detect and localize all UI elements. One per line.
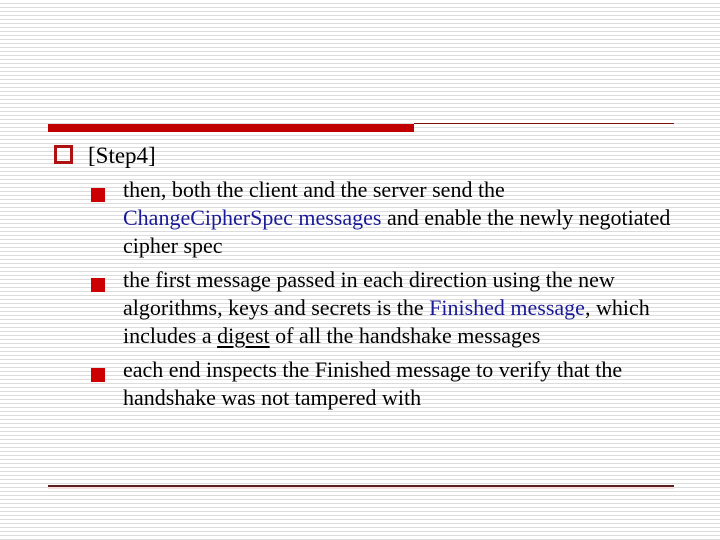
step-heading: [Step4] bbox=[88, 143, 156, 168]
sub-bullet-2: the first message passed in each directi… bbox=[54, 266, 674, 350]
finished-message-term: Finished message bbox=[429, 295, 585, 320]
slide-content: [Step4] then, both the client and the se… bbox=[54, 142, 674, 418]
filled-square-bullet-icon bbox=[91, 188, 105, 202]
slide: [Step4] then, both the client and the se… bbox=[0, 0, 720, 540]
digest-term: digest bbox=[217, 323, 270, 348]
text-part: then, both the client and the server sen… bbox=[123, 177, 505, 202]
title-rule-thin bbox=[414, 123, 674, 124]
changecipherspec-term: ChangeCipherSpec messages bbox=[123, 205, 382, 230]
title-rule-thick bbox=[48, 124, 414, 132]
sub-bullet-1: then, both the client and the server sen… bbox=[54, 176, 674, 260]
footer-rule-shadow bbox=[48, 487, 674, 489]
filled-square-bullet-icon bbox=[91, 368, 105, 382]
text-part: each end inspects the Finished message t… bbox=[123, 357, 623, 410]
text-part: of all the handshake messages bbox=[269, 323, 541, 348]
bullet-step4: [Step4] bbox=[54, 142, 674, 170]
filled-square-bullet-icon bbox=[91, 278, 105, 292]
hollow-square-bullet-icon bbox=[54, 145, 73, 164]
sub-bullet-3: each end inspects the Finished message t… bbox=[54, 356, 674, 412]
sub-bullet-list: then, both the client and the server sen… bbox=[54, 176, 674, 412]
